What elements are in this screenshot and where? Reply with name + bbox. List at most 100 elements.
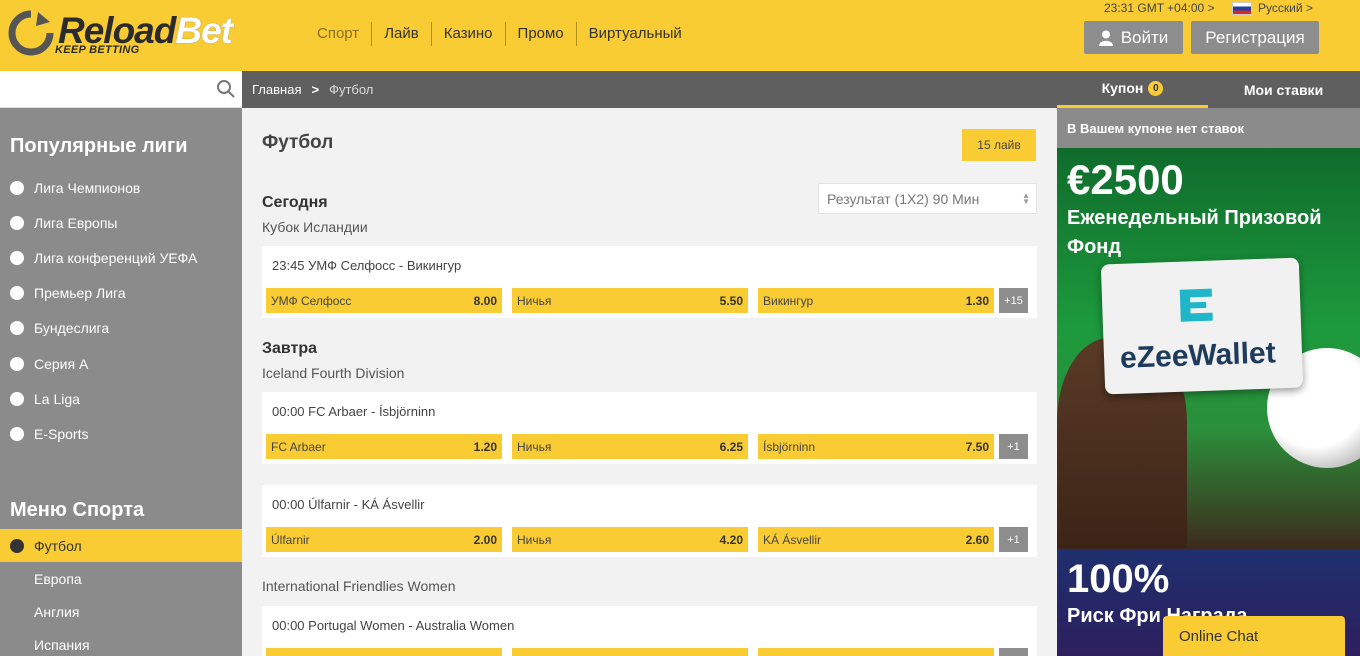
- tab-coupon[interactable]: Купон 0: [1057, 71, 1208, 108]
- market-select[interactable]: Результат (1X2) 90 Мин ▲ ▼: [818, 183, 1037, 214]
- sidebar-item-europa-league[interactable]: Лига Европы: [0, 205, 242, 240]
- login-label: Войти: [1120, 27, 1169, 47]
- day-heading-tomorrow: Завтра: [262, 340, 318, 357]
- odd-home-button[interactable]: FC Arbaer 1.20: [266, 434, 502, 459]
- market-select-value: Результат (1X2) 90 Мин: [827, 190, 980, 207]
- odd-away-button[interactable]: Викингур 1.30: [758, 288, 994, 313]
- sport-menu-title: Меню Спорта: [10, 499, 145, 521]
- nav-sport[interactable]: Спорт: [305, 22, 371, 46]
- league-title: Iceland Fourth Division: [262, 365, 405, 381]
- match-title[interactable]: 23:45 УМФ Селфосс - Викингур: [272, 258, 461, 273]
- logo-tagline: KEEP BETTING: [55, 44, 140, 56]
- odd-price: 5.50: [719, 293, 743, 308]
- sidebar-item-label: Футбол: [34, 537, 82, 554]
- page-title: Футбол: [262, 132, 334, 153]
- sidebar-item-label: Лига Европы: [34, 214, 118, 231]
- online-chat-button[interactable]: Online Chat: [1163, 616, 1345, 656]
- nav-casino[interactable]: Казино: [430, 22, 505, 46]
- breadcrumb: Главная > Футбол: [242, 71, 1057, 108]
- coupon-count-badge: 0: [1148, 80, 1164, 96]
- gamepad-icon: [10, 426, 24, 441]
- odd-home-button[interactable]: Úlfarnir 2.00: [266, 527, 502, 552]
- odd-label: KÁ Ásvellir: [763, 532, 822, 547]
- language-selector[interactable]: Русский >: [1232, 1, 1313, 15]
- odd-draw-button[interactable]: [512, 648, 748, 656]
- sidebar-item-serie-a[interactable]: Серия А: [0, 346, 242, 381]
- header: ReloadBet KEEP BETTING Спорт Лайв Казино…: [0, 0, 1360, 71]
- promo-text: Еженедельный Призовой Фонд: [1067, 207, 1322, 258]
- ezeewallet-card: eZeeWallet: [1100, 257, 1304, 395]
- odd-draw-button[interactable]: Ничья 4.20: [512, 527, 748, 552]
- search-input[interactable]: [0, 71, 242, 108]
- nav-virtual[interactable]: Виртуальный: [575, 22, 694, 46]
- sidebar-item-la-liga[interactable]: La Liga: [0, 381, 242, 416]
- odd-price: 1.30: [965, 293, 989, 308]
- match-card: 00:00 Portugal Women - Australia Women: [262, 606, 1037, 656]
- logo[interactable]: ReloadBet KEEP BETTING: [8, 8, 238, 58]
- trophy-icon: [10, 215, 24, 230]
- odd-draw-button[interactable]: Ничья 6.25: [512, 434, 748, 459]
- odd-home-button[interactable]: УМФ Селфосс 8.00: [266, 288, 502, 313]
- sidebar-item-label: Лига Чемпионов: [34, 179, 141, 196]
- more-markets-button[interactable]: +15: [999, 288, 1028, 313]
- breadcrumb-current: Футбол: [329, 82, 374, 97]
- odd-price: 6.25: [719, 439, 743, 454]
- main-nav: Спорт Лайв Казино Промо Виртуальный: [305, 22, 694, 46]
- sidebar-item-football[interactable]: Футбол: [0, 529, 242, 562]
- right-column: Купон 0 Мои ставки В Вашем купоне нет ст…: [1057, 71, 1360, 656]
- nav-live[interactable]: Лайв: [371, 22, 431, 46]
- sidebar-item-premier-league[interactable]: Премьер Лига: [0, 276, 242, 311]
- match-title[interactable]: 00:00 Úlfarnir - KÁ Ásvellir: [272, 497, 424, 512]
- odd-label: Úlfarnir: [271, 532, 310, 547]
- odd-home-button[interactable]: [266, 648, 502, 656]
- odd-draw-button[interactable]: Ничья 5.50: [512, 288, 748, 313]
- promo-banner-prize-fund[interactable]: eZeeWallet €2500 Еженедельный Призовой Ф…: [1057, 148, 1360, 549]
- logo-icon: [8, 10, 54, 56]
- sidebar-item-conference-league[interactable]: Лига конференций УЕФА: [0, 240, 242, 275]
- search-icon[interactable]: [216, 79, 236, 99]
- breadcrumb-home[interactable]: Главная: [252, 82, 301, 97]
- odd-away-button[interactable]: KÁ Ásvellir 2.60: [758, 527, 994, 552]
- wallet-brand-text: eZeeWallet: [1119, 336, 1277, 375]
- league-title: International Friendlies Women: [262, 578, 456, 594]
- match-title[interactable]: 00:00 FC Arbaer - Ísbjörninn: [272, 404, 435, 419]
- more-markets-button[interactable]: +1: [999, 434, 1028, 459]
- login-button[interactable]: Войти: [1084, 21, 1183, 54]
- promo-percent: 100%: [1067, 557, 1170, 601]
- tab-my-bets[interactable]: Мои ставки: [1208, 71, 1359, 108]
- odd-away-button[interactable]: Ísbjörninn 7.50: [758, 434, 994, 459]
- match-title[interactable]: 00:00 Portugal Women - Australia Women: [272, 618, 514, 633]
- odd-label: Ничья: [517, 532, 552, 547]
- sidebar-item-spain[interactable]: Испания: [0, 628, 242, 656]
- left-sidebar: Популярные лиги Лига Чемпионов Лига Евро…: [0, 71, 242, 656]
- register-button[interactable]: Регистрация: [1191, 21, 1319, 54]
- user-icon: [1098, 30, 1113, 46]
- sidebar-item-label: Серия А: [34, 355, 89, 372]
- popular-leagues-list: Лига Чемпионов Лига Европы Лига конферен…: [0, 170, 242, 452]
- sidebar-item-england[interactable]: Англия: [0, 595, 242, 628]
- odds-row: FC Arbaer 1.20 Ничья 6.25 Ísbjörninn 7.50 +…: [266, 434, 1028, 459]
- more-markets-button[interactable]: [999, 648, 1028, 656]
- sidebar-item-label: La Liga: [34, 390, 80, 407]
- odd-away-button[interactable]: [758, 648, 994, 656]
- sidebar-item-bundesliga[interactable]: Бундеслига: [0, 311, 242, 346]
- bundesliga-icon: [10, 321, 24, 336]
- sidebar-item-europe[interactable]: Европа: [0, 562, 242, 595]
- timezone-selector[interactable]: 23:31 GMT +04:00 >: [1104, 1, 1215, 15]
- sidebar-item-esports[interactable]: E-Sports: [0, 416, 242, 451]
- lion-icon: [10, 286, 24, 301]
- popular-leagues-title: Популярные лиги: [10, 135, 188, 157]
- more-markets-button[interactable]: +1: [999, 527, 1028, 552]
- odd-price: 2.60: [965, 532, 989, 547]
- nav-promo[interactable]: Промо: [504, 22, 576, 46]
- odd-price: 2.00: [473, 532, 497, 547]
- odds-row: [266, 648, 1028, 656]
- sidebar-item-champions-league[interactable]: Лига Чемпионов: [0, 170, 242, 205]
- odd-label: FC Arbaer: [271, 439, 326, 454]
- odd-label: Ничья: [517, 439, 552, 454]
- odd-label: Викингур: [763, 293, 814, 308]
- live-count-button[interactable]: 15 лайв: [962, 129, 1036, 161]
- match-card: 00:00 Úlfarnir - KÁ Ásvellir Úlfarnir 2.0…: [262, 485, 1037, 557]
- odd-label: УМФ Селфосс: [271, 293, 352, 308]
- odd-price: 1.20: [473, 439, 497, 454]
